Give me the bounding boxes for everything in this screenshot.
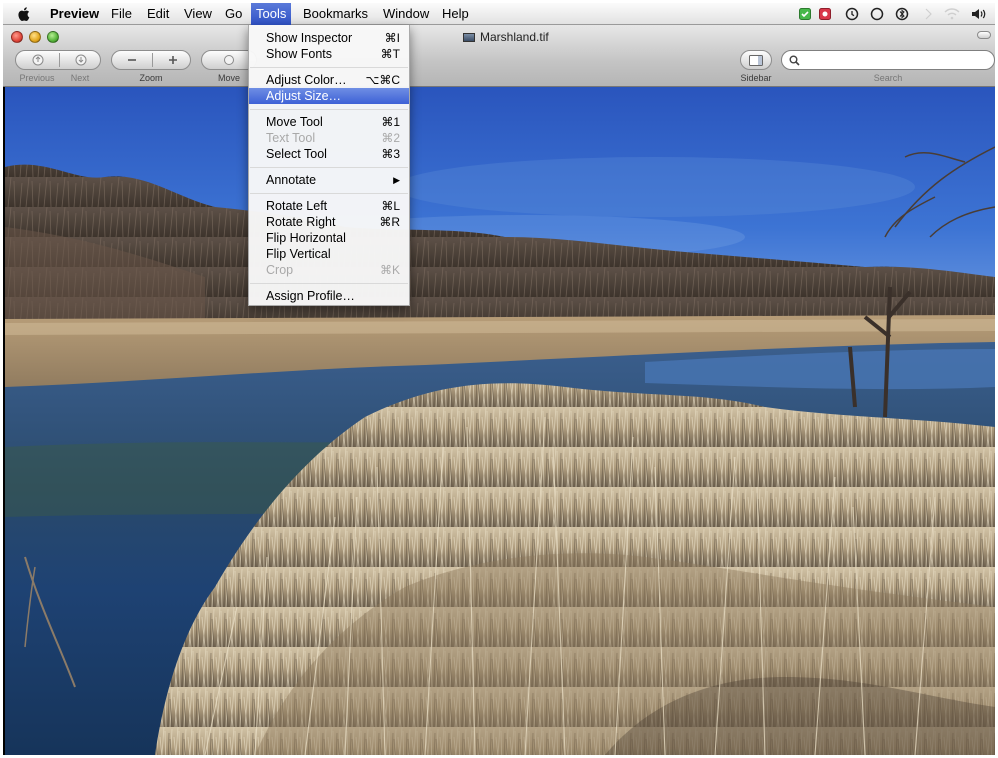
menu-separator <box>250 109 408 110</box>
menu-item-adjust-size[interactable]: Adjust Size… <box>249 88 409 104</box>
toolbar-toggle-button[interactable] <box>977 31 991 39</box>
menu-item-move-tool[interactable]: Move Tool ⌘1 <box>249 114 409 130</box>
previous-button[interactable] <box>16 51 59 69</box>
menu-separator <box>250 167 408 168</box>
zoom-label: Zoom <box>139 73 163 83</box>
menu-item-show-fonts[interactable]: Show Fonts ⌘T <box>249 46 409 62</box>
window-titlebar: Marshland.tif Previous Next Zoom Move Si… <box>3 25 995 87</box>
menu-help[interactable]: Help <box>437 3 474 25</box>
menu-item-text-tool: Text Tool ⌘2 <box>266 131 400 145</box>
menu-bar: Preview File Edit View Go Tools Bookmark… <box>3 3 995 25</box>
tools-menu-dropdown: Show Inspector ⌘I Show Fonts ⌘T Adjust C… <box>248 25 410 306</box>
hand-icon <box>224 55 234 65</box>
bluetooth-icon[interactable] <box>894 6 910 22</box>
window-title: Marshland.tif <box>463 30 549 44</box>
menu-edit[interactable]: Edit <box>142 3 174 25</box>
document-proxy-icon[interactable] <box>463 33 475 43</box>
marshland-photo <box>5 87 995 755</box>
search-icon <box>789 55 800 66</box>
volume-icon[interactable] <box>968 6 990 22</box>
menu-item-flip-horizontal[interactable]: Flip Horizontal <box>249 230 409 246</box>
window-title-text: Marshland.tif <box>480 30 549 44</box>
arrow-down-icon <box>75 54 87 66</box>
menu-item-flip-vertical[interactable]: Flip Vertical <box>249 246 409 262</box>
menu-bookmarks[interactable]: Bookmarks <box>298 3 373 25</box>
zoom-in-button[interactable] <box>153 51 192 69</box>
menu-separator <box>250 193 408 194</box>
sidebar-label: Sidebar <box>740 73 772 83</box>
minus-icon <box>128 59 136 61</box>
growl-icon[interactable] <box>798 6 812 22</box>
spacer-icon <box>921 6 937 22</box>
search-field[interactable] <box>781 50 995 70</box>
wifi-icon[interactable] <box>941 6 963 22</box>
apple-menu-icon[interactable] <box>17 6 32 22</box>
menu-file[interactable]: File <box>106 3 137 25</box>
sync-icon[interactable] <box>869 6 885 22</box>
screen: Preview File Edit View Go Tools Bookmark… <box>3 3 995 755</box>
close-button[interactable] <box>11 31 23 43</box>
previous-next-segmented <box>15 50 101 70</box>
menu-item-assign-profile[interactable]: Assign Profile… <box>249 288 409 304</box>
submenu-arrow-icon: ▶ <box>393 175 400 185</box>
time-machine-icon[interactable] <box>844 6 860 22</box>
record-icon[interactable] <box>818 6 832 22</box>
next-label: Next <box>70 73 90 83</box>
search-label: Search <box>873 73 903 83</box>
menu-item-rotate-left[interactable]: Rotate Left ⌘L <box>249 198 409 214</box>
menu-separator <box>250 67 408 68</box>
menu-item-show-inspector[interactable]: Show Inspector ⌘I <box>249 30 409 46</box>
plus-icon <box>168 56 177 64</box>
menu-view[interactable]: View <box>179 3 217 25</box>
next-button[interactable] <box>60 51 102 69</box>
menu-separator <box>250 283 408 284</box>
previous-label: Previous <box>19 73 55 83</box>
menu-go[interactable]: Go <box>220 3 247 25</box>
menu-item-rotate-right[interactable]: Rotate Right ⌘R <box>249 214 409 230</box>
menu-item-adjust-color[interactable]: Adjust Color… ⌥⌘C <box>249 72 409 88</box>
zoom-button[interactable] <box>47 31 59 43</box>
sidebar-icon <box>749 54 763 66</box>
arrow-up-icon <box>32 54 43 66</box>
menu-item-select-tool[interactable]: Select Tool ⌘3 <box>249 146 409 162</box>
minimize-button[interactable] <box>29 31 41 43</box>
menu-tools[interactable]: Tools <box>251 3 292 25</box>
zoom-out-button[interactable] <box>112 51 152 69</box>
document-image-marshland[interactable] <box>5 87 995 755</box>
menu-app-preview[interactable]: Preview <box>45 3 104 25</box>
menu-item-crop: Crop ⌘K <box>266 263 400 277</box>
zoom-segmented <box>111 50 191 70</box>
sidebar-button[interactable] <box>740 50 772 70</box>
menu-item-annotate[interactable]: Annotate ▶ <box>249 172 409 188</box>
menu-window[interactable]: Window <box>378 3 434 25</box>
